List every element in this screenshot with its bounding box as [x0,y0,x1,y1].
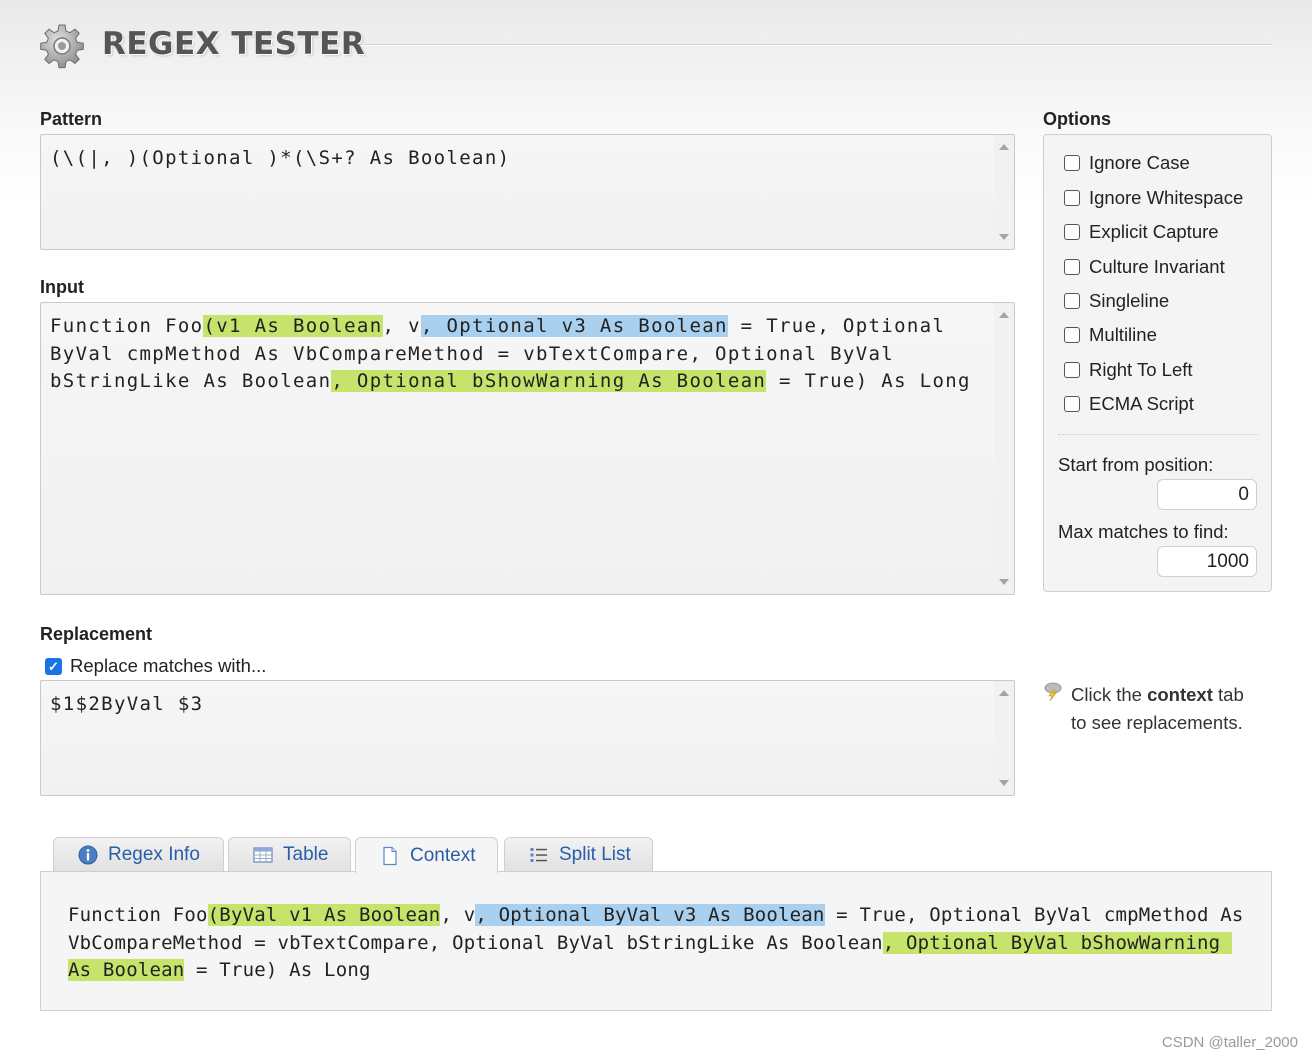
option-right-to-left[interactable]: Right To Left [1064,358,1193,382]
max-matches-label: Max matches to find: [1058,521,1229,542]
checkbox[interactable] [1064,327,1080,343]
pattern-text: (\(|, )(Optional )*(\S+? As Boolean) [50,147,511,169]
tip-prefix: Click the [1071,684,1148,705]
replacement-text: $1$2ByVal $3 [50,693,204,715]
option-label: Singleline [1089,290,1170,311]
title-divider [362,44,1272,46]
info-icon [78,845,98,865]
option-ignore-whitespace[interactable]: Ignore Whitespace [1064,186,1243,210]
option-label: Multiline [1089,324,1157,345]
text-segment: = True) As Long [184,959,371,981]
option-multiline[interactable]: Multiline [1064,323,1157,347]
context-tip: Click the context tab to see replacement… [1071,681,1271,737]
tab-label: Regex Info [108,844,200,865]
input-label: Input [40,277,84,297]
text-segment: , v [440,904,476,926]
option-label: Right To Left [1089,359,1193,380]
text-segment: Function Foo [50,315,204,337]
app-title: REGEX TESTER [102,26,366,62]
context-result-text: Function Foo(ByVal v1 As Boolean, v, Opt… [68,902,1245,985]
max-matches-input[interactable]: 1000 [1157,546,1257,577]
tip-bold: context [1147,684,1213,705]
table-icon [253,847,273,863]
pattern-scrollbar[interactable] [994,135,1014,249]
tab-label: Table [283,844,329,865]
input-text: Function Foo(v1 As Boolean, v, Optional … [50,313,988,396]
checkbox[interactable] [1064,155,1080,171]
replace-checkbox[interactable]: ✓ [45,657,62,675]
pattern-input[interactable]: (\(|, )(Optional )*(\S+? As Boolean) [40,134,1015,250]
options-divider [1058,434,1258,435]
checkbox[interactable] [1064,190,1080,206]
replacement-scrollbar[interactable] [994,681,1014,795]
input-scrollbar[interactable] [994,303,1014,594]
options-panel: Ignore Case Ignore Whitespace Explicit C… [1043,134,1272,592]
tip-line2: to see replacements. [1071,712,1243,733]
tab-label: Context [410,844,476,866]
scroll-down-icon[interactable] [999,234,1009,240]
tab-split-list[interactable]: Split List [504,837,653,872]
option-culture-invariant[interactable]: Culture Invariant [1064,255,1225,279]
option-label: Ignore Whitespace [1089,187,1244,208]
tab-label: Split List [559,844,631,865]
match-highlight: (v1 As Boolean [203,315,383,337]
match-highlight: , Optional ByVal v3 As Boolean [475,904,825,926]
text-segment: = True) As Long [766,370,971,392]
tip-suffix: tab [1212,684,1244,705]
option-ignore-case[interactable]: Ignore Case [1064,151,1190,175]
gear-icon [40,24,84,69]
match-highlight: , Optional v3 As Boolean [420,315,728,337]
option-singleline[interactable]: Singleline [1064,289,1169,313]
scroll-up-icon[interactable] [999,144,1009,150]
checkbox[interactable] [1064,293,1080,309]
scroll-up-icon[interactable] [999,312,1009,318]
document-icon [383,846,397,865]
scroll-down-icon[interactable] [999,579,1009,585]
tab-table[interactable]: Table [228,837,351,872]
checkbox[interactable] [1064,362,1080,378]
checkbox[interactable] [1064,224,1080,240]
option-ecma-script[interactable]: ECMA Script [1064,392,1194,416]
text-segment: Function Foo [68,904,208,926]
tab-regex-info[interactable]: Regex Info [53,837,224,872]
start-position-input[interactable]: 0 [1157,479,1257,510]
replacement-input[interactable]: $1$2ByVal $3 [40,680,1015,796]
watermark: CSDN @taller_2000 [1161,1034,1298,1051]
start-position-label: Start from position: [1058,454,1214,475]
option-label: ECMA Script [1089,393,1194,414]
pattern-label: Pattern [40,109,103,129]
replacement-label: Replacement [40,624,153,644]
option-label: Culture Invariant [1089,256,1225,277]
list-icon [530,848,547,862]
scroll-down-icon[interactable] [999,780,1009,786]
options-label: Options [1043,109,1111,129]
option-explicit-capture[interactable]: Explicit Capture [1064,220,1219,244]
text-segment: , v [382,315,421,337]
replace-checkbox-label: Replace matches with... [70,655,267,676]
replace-checkbox-row[interactable]: ✓ Replace matches with... [45,655,266,677]
checkbox[interactable] [1064,259,1080,275]
checkbox[interactable] [1064,396,1080,412]
scroll-up-icon[interactable] [999,690,1009,696]
context-panel: Function Foo(ByVal v1 As Boolean, v, Opt… [40,871,1272,1011]
lightning-cloud-icon [1044,682,1062,701]
option-label: Ignore Case [1089,152,1190,173]
tab-context[interactable]: Context [355,837,498,873]
match-highlight: (ByVal v1 As Boolean [207,904,441,926]
input-textarea[interactable]: Function Foo(v1 As Boolean, v, Optional … [40,302,1015,595]
match-highlight: , Optional bShowWarning As Boolean [331,370,767,392]
option-label: Explicit Capture [1089,221,1219,242]
